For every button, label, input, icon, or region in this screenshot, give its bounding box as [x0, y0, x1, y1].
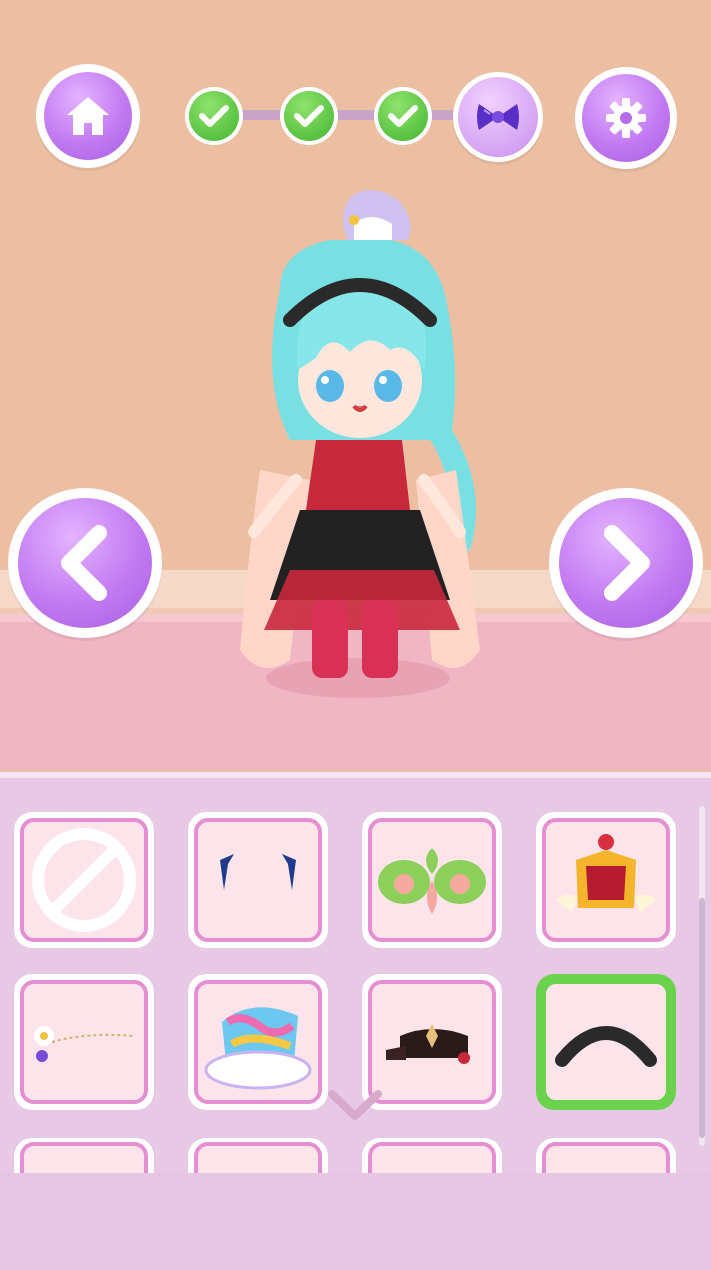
item-rainbow-cloud-hat[interactable] — [188, 974, 328, 1110]
progress-step-2 — [280, 87, 338, 145]
flower-chain-icon — [34, 1026, 135, 1062]
item-blue-hair-clips[interactable] — [188, 812, 328, 948]
item-crown[interactable] — [536, 812, 676, 948]
check-icon — [199, 105, 229, 127]
none-icon — [32, 828, 136, 932]
progress-step-4-current — [453, 72, 543, 162]
blue-hair-clips-icon — [220, 854, 296, 890]
item-flower-chain[interactable] — [14, 974, 154, 1110]
item-none[interactable] — [14, 812, 154, 948]
chevron-left-icon — [61, 525, 107, 601]
character-avatar — [240, 190, 480, 698]
panel-scrollbar-thumb[interactable] — [699, 898, 705, 1138]
dressing-room-scene — [0, 0, 711, 770]
item-selection-panel — [0, 772, 711, 1270]
gear-icon — [606, 98, 646, 138]
check-icon — [294, 105, 324, 127]
item-black-headband[interactable] — [536, 974, 676, 1110]
home-icon — [67, 97, 109, 135]
item-green-leaf-headpiece[interactable] — [362, 812, 502, 948]
settings-button[interactable] — [575, 67, 677, 169]
chevron-right-icon — [604, 525, 650, 601]
black-cap-icon — [386, 1024, 470, 1064]
home-button[interactable] — [36, 64, 140, 168]
bow-icon — [477, 104, 519, 130]
crown-icon — [556, 834, 656, 912]
progress-step-3 — [374, 87, 432, 145]
rainbow-cloud-hat-icon — [204, 1007, 312, 1090]
green-leaf-headpiece-icon — [378, 848, 486, 914]
panel-footer — [0, 1173, 711, 1270]
chevron-down-icon[interactable] — [326, 1088, 384, 1122]
previous-button[interactable] — [8, 488, 162, 638]
check-icon — [388, 105, 418, 127]
progress-step-1 — [185, 87, 243, 145]
black-headband-icon — [555, 1026, 657, 1067]
next-button[interactable] — [549, 488, 703, 638]
